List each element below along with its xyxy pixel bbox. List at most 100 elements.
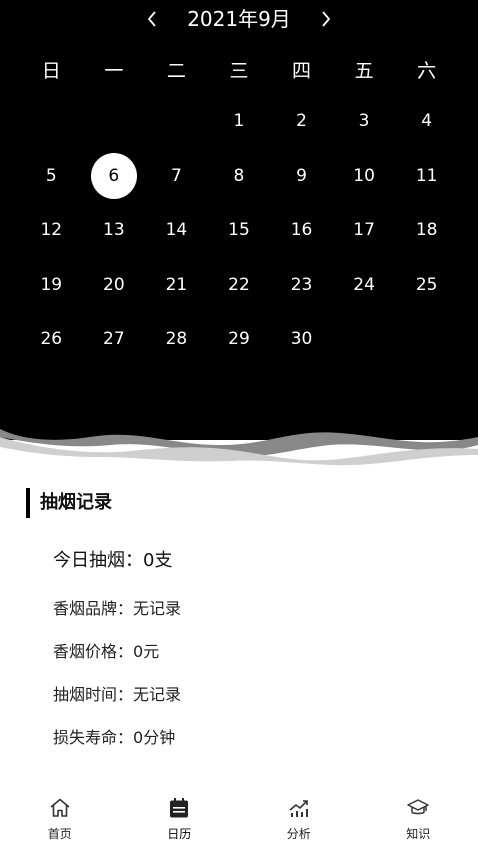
life-loss-value: 0分钟 [133, 728, 176, 747]
day-number: 30 [290, 329, 313, 350]
day-number: 27 [103, 329, 125, 350]
price-value: 0元 [133, 642, 160, 661]
day-cell-empty [83, 94, 146, 149]
section-title: 抽烟记录 [26, 488, 112, 518]
day-number: 16 [290, 220, 313, 241]
day-number: 14 [165, 220, 188, 241]
day-grid: 1 2 3 4 5 6 7 8 9 10 11 12 13 14 15 16 17 18 19 20 21 22 23 24 2… [20, 94, 458, 367]
day-cell[interactable]: 10 [333, 149, 396, 204]
day-number: 9 [296, 165, 307, 186]
day-number: 15 [228, 220, 250, 241]
brand-label: 香烟品牌： [53, 599, 134, 618]
bottom-tab-bar: 首页 日历 分析 知识 [0, 790, 478, 850]
day-number: 8 [233, 165, 245, 186]
weekday-label: 三 [229, 60, 249, 82]
day-cell[interactable]: 27 [83, 312, 146, 367]
weekday-label: 日 [41, 60, 61, 82]
day-cell[interactable]: 12 [20, 203, 83, 258]
day-number: 21 [165, 274, 188, 295]
tab-analysis[interactable]: 分析 [239, 790, 359, 850]
day-number: 25 [415, 274, 438, 295]
day-cell[interactable]: 16 [270, 203, 333, 258]
day-cell[interactable]: 18 [395, 203, 458, 258]
today-smoking-label: 今日抽烟： [53, 550, 143, 571]
day-cell[interactable]: 24 [333, 258, 396, 313]
tab-label: 日历 [167, 827, 192, 841]
day-cell[interactable]: 21 [145, 258, 208, 313]
today-smoking-row: 今日抽烟：0支 [53, 546, 172, 572]
day-cell[interactable]: 5 [20, 149, 83, 204]
day-cell[interactable]: 22 [208, 258, 271, 313]
day-cell[interactable]: 19 [20, 258, 83, 313]
day-number: 18 [415, 220, 438, 241]
life-loss-label: 损失寿命： [53, 728, 134, 747]
tab-knowledge[interactable]: 知识 [359, 790, 478, 850]
weekday-header: 日 一 二 三 四 五 六 [20, 56, 458, 86]
day-cell[interactable]: 26 [20, 312, 83, 367]
day-number: 23 [290, 274, 313, 295]
price-label: 香烟价格： [53, 642, 134, 661]
day-cell[interactable]: 17 [333, 203, 396, 258]
day-cell[interactable]: 15 [208, 203, 271, 258]
day-cell[interactable]: 9 [270, 149, 333, 204]
day-number: 11 [415, 165, 438, 186]
day-cell[interactable]: 3 [333, 94, 396, 149]
chart-icon [289, 800, 308, 817]
day-number: 26 [40, 329, 63, 350]
day-number: 24 [353, 274, 375, 295]
day-cell[interactable]: 1 [208, 94, 271, 149]
life-loss-row: 损失寿命：0分钟 [53, 724, 175, 748]
day-cell[interactable]: 25 [395, 258, 458, 313]
day-number: 29 [228, 329, 250, 350]
chevron-left-icon [147, 11, 156, 27]
day-number: 5 [45, 165, 57, 186]
time-value: 无记录 [133, 685, 182, 704]
weekday-label: 二 [166, 60, 186, 82]
calendar-panel: 2021年9月 日 一 二 三 四 五 六 1 2 3 4 5 6 7 8 9 10 11 12 13 1… [0, 0, 478, 440]
graduation-cap-icon [407, 799, 429, 815]
day-cell[interactable]: 2 [270, 94, 333, 149]
day-number: 13 [103, 220, 125, 241]
day-number: 2 [296, 111, 307, 132]
tab-home[interactable]: 首页 [0, 790, 120, 850]
tab-calendar[interactable]: 日历 [120, 790, 240, 850]
day-cell-empty [20, 94, 83, 149]
day-number: 10 [353, 165, 375, 186]
day-cell[interactable]: 7 [145, 149, 208, 204]
day-number: 4 [421, 111, 433, 132]
month-title: 2021年9月 [187, 7, 291, 31]
day-number: 28 [165, 329, 188, 350]
brand-value: 无记录 [133, 599, 182, 618]
day-cell[interactable]: 29 [208, 312, 271, 367]
price-row: 香烟价格：0元 [53, 638, 159, 662]
tab-label: 首页 [47, 827, 72, 841]
day-cell[interactable]: 20 [83, 258, 146, 313]
home-icon [50, 798, 70, 817]
weekday-label: 六 [417, 60, 437, 82]
day-cell[interactable]: 4 [395, 94, 458, 149]
day-number: 3 [358, 111, 370, 132]
day-number: 6 [90, 152, 137, 199]
day-cell[interactable]: 11 [395, 149, 458, 204]
day-cell[interactable]: 30 [270, 312, 333, 367]
day-cell-empty [145, 94, 208, 149]
day-number: 17 [353, 220, 375, 241]
month-navigation: 2021年9月 [0, 4, 478, 34]
day-number: 7 [170, 165, 182, 186]
day-cell-selected[interactable]: 6 [83, 149, 146, 204]
weekday-label: 五 [354, 60, 374, 82]
day-cell[interactable]: 23 [270, 258, 333, 313]
day-number: 12 [40, 220, 63, 241]
tab-label: 分析 [286, 827, 311, 841]
weekday-label: 一 [104, 60, 124, 82]
prev-month-button[interactable] [137, 4, 167, 34]
weekday-label: 四 [292, 60, 312, 82]
day-cell[interactable]: 28 [145, 312, 208, 367]
wave-divider [0, 415, 478, 466]
next-month-button[interactable] [311, 4, 341, 34]
day-cell[interactable]: 8 [208, 149, 271, 204]
day-cell[interactable]: 14 [145, 203, 208, 258]
day-number: 1 [233, 111, 245, 132]
day-cell[interactable]: 13 [83, 203, 146, 258]
time-label: 抽烟时间： [53, 685, 134, 704]
